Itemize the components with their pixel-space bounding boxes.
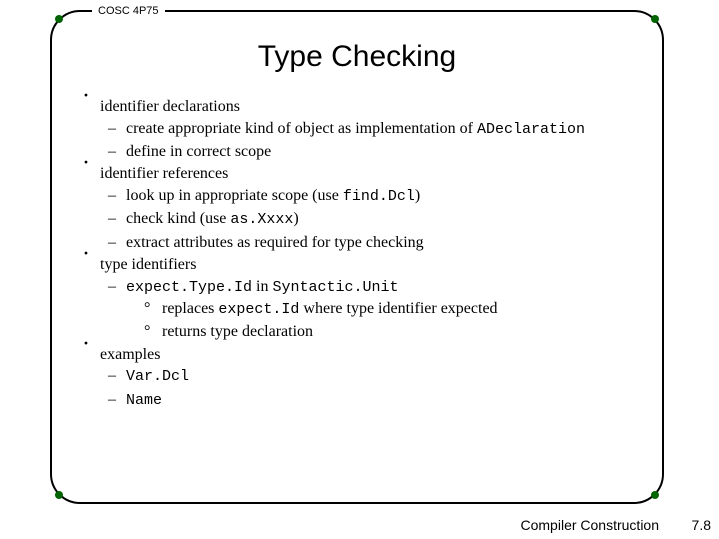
bullet-l2: extract attributes as required for type …: [126, 232, 632, 254]
corner-dot: [55, 491, 63, 499]
corner-dot: [651, 491, 659, 499]
code-text: find.Dcl: [343, 188, 415, 205]
bullet-l1: examples Var.Dcl Name: [100, 344, 632, 411]
slide-frame: COSC 4P75 Type Checking identifier decla…: [50, 10, 664, 504]
bullet-l2: check kind (use as.Xxxx): [126, 208, 632, 230]
code-text: ADeclaration: [477, 121, 585, 138]
bullet-text: ): [415, 187, 420, 204]
bullet-text: define in correct scope: [126, 143, 271, 160]
bullet-text: identifier declarations: [100, 98, 240, 115]
bullet-l2: expect.Type.Id in Syntactic.Unit replace…: [126, 276, 632, 343]
bullet-l2: look up in appropriate scope (use find.D…: [126, 185, 632, 207]
bullet-l1: type identifiers expect.Type.Id in Synta…: [100, 254, 632, 343]
bullet-l1: identifier references look up in appropr…: [100, 163, 632, 253]
code-text: expect.Id: [218, 301, 299, 318]
bullet-text: ): [293, 210, 298, 227]
bullet-text: where type identifier expected: [299, 300, 497, 317]
bullet-l3: replaces expect.Id where type identifier…: [162, 298, 632, 320]
slide-body: identifier declarations create appropria…: [52, 96, 662, 411]
code-text: Syntactic.Unit: [272, 279, 398, 296]
bullet-l2: Var.Dcl: [126, 365, 632, 387]
bullet-l2: Name: [126, 389, 632, 411]
bullet-text: identifier references: [100, 165, 228, 182]
bullet-text: create appropriate kind of object as imp…: [126, 120, 477, 137]
corner-dot: [651, 15, 659, 23]
bullet-l2: define in correct scope: [126, 141, 632, 163]
bullet-text: type identifiers: [100, 256, 196, 273]
footer-subject: Compiler Construction: [521, 517, 660, 533]
bullet-text: extract attributes as required for type …: [126, 234, 424, 251]
bullet-l3: returns type declaration: [162, 321, 632, 343]
footer-page: 7.8: [692, 517, 711, 533]
slide-title: Type Checking: [52, 40, 662, 74]
course-code: COSC 4P75: [92, 5, 165, 17]
corner-dot: [55, 15, 63, 23]
bullet-text: examples: [100, 346, 160, 363]
bullet-text: check kind (use: [126, 210, 230, 227]
bullet-l1: identifier declarations create appropria…: [100, 96, 632, 162]
code-text: Var.Dcl: [126, 368, 189, 385]
bullet-text: returns type declaration: [162, 323, 313, 340]
code-text: Name: [126, 392, 162, 409]
bullet-text: in: [252, 278, 272, 295]
bullet-text: replaces: [162, 300, 218, 317]
code-text: expect.Type.Id: [126, 279, 252, 296]
bullet-text: look up in appropriate scope (use: [126, 187, 343, 204]
code-text: as.Xxxx: [230, 211, 293, 228]
bullet-l2: create appropriate kind of object as imp…: [126, 118, 632, 140]
